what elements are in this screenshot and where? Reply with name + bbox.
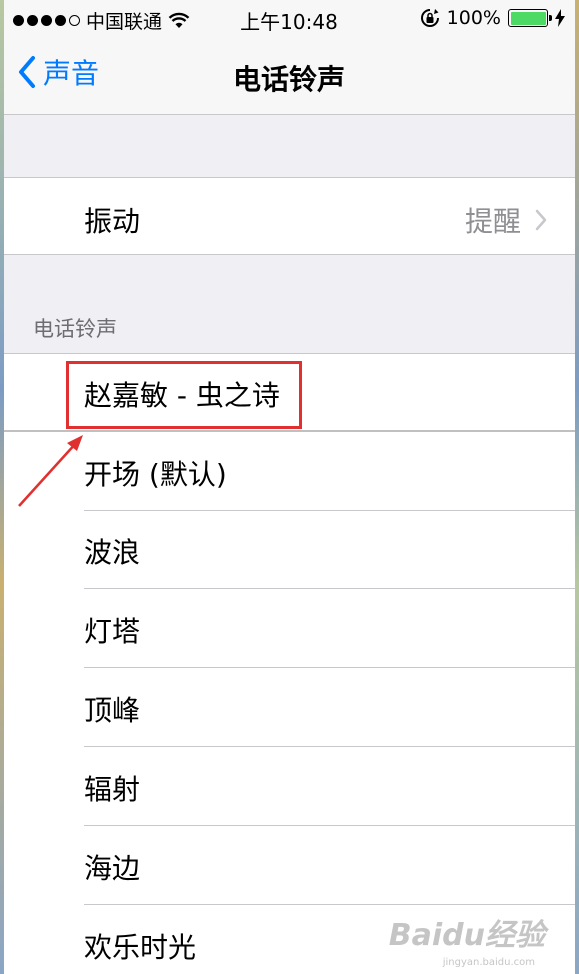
phone-screen: 中国联通 上午10:48 100% 声音 电话铃声 振动 提醒 电话铃声 赵嘉敏…	[3, 0, 575, 974]
baidu-watermark-url: jingyan.baidu.com	[442, 957, 535, 968]
right-edge-background	[575, 0, 579, 974]
left-edge-background	[0, 0, 4, 974]
annotation-arrow-icon	[18, 435, 83, 507]
baidu-watermark: Baidu经验	[388, 918, 545, 953]
